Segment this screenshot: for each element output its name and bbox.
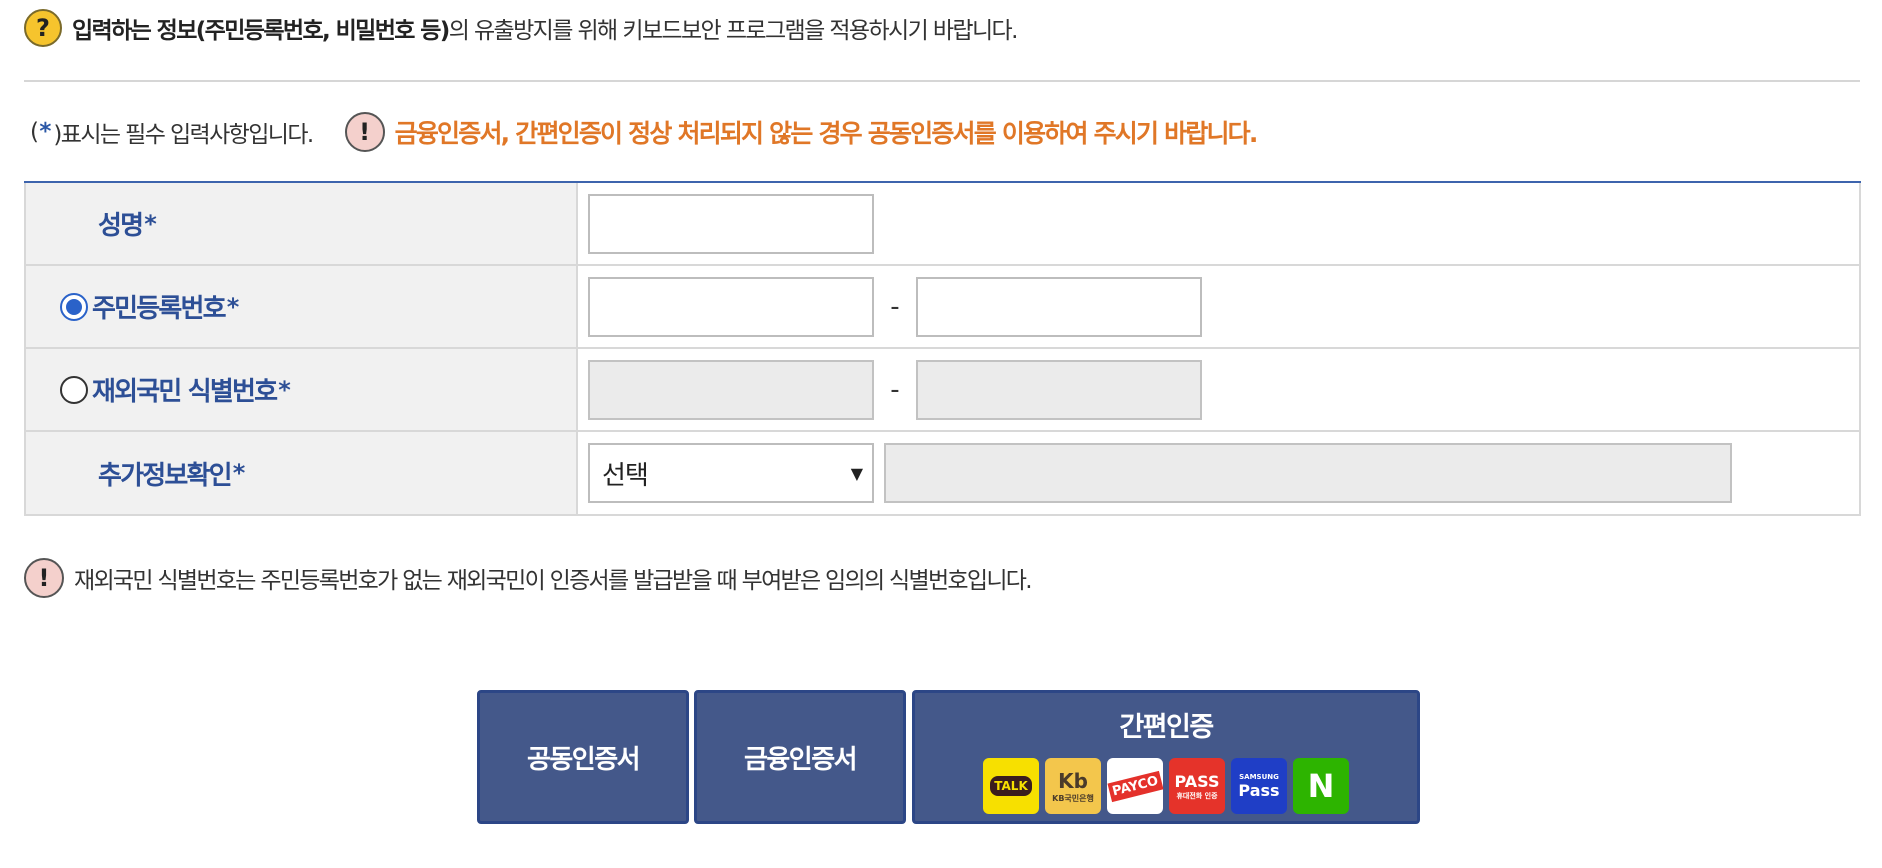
extra-info-select[interactable]: 선택 ▼ — [588, 443, 874, 503]
payco-text: PAYCO — [1107, 770, 1163, 802]
pass-sub: 휴대전화 인증 — [1176, 791, 1218, 800]
name-input-cell — [578, 183, 1859, 264]
extra-info-select-value: 선택 — [602, 460, 649, 491]
foreign-id-label[interactable]: 재외국민 식별번호 * — [26, 349, 578, 430]
foreign-id-notice: ! 재외국민 식별번호는 주민등록번호가 없는 재외국민이 인증서를 발급받을 … — [24, 556, 1033, 600]
required-star-icon: * — [39, 119, 52, 145]
required-star-icon: * — [144, 209, 157, 238]
required-star-icon: * — [232, 459, 246, 487]
required-fields-notice: ( * )표시는 필수 입력사항입니다. ! 금융인증서, 간편인증이 정상 처… — [30, 110, 1259, 154]
dash: - — [890, 291, 900, 322]
pass-text: PASS — [1174, 771, 1220, 791]
simple-auth-app-icons: TALK Kb KB국민은행 PAYCO PASS 휴대전화 인증 SAMSUN… — [983, 758, 1349, 814]
required-text: )표시는 필수 입력사항입니다. — [53, 122, 314, 148]
simple-auth-button[interactable]: 간편인증 TALK Kb KB국민은행 PAYCO PASS 휴대전화 인증 S… — [912, 690, 1420, 824]
foreign-id-row: 재외국민 식별번호 * - — [24, 349, 1861, 432]
foreign-id-front-input[interactable] — [588, 359, 874, 420]
exclamation-circle-icon: ! — [344, 112, 385, 152]
notice-text: 의 유출방지를 위해 키보드보안 프로그램을 적용하시기 바랍니다. — [448, 18, 1019, 44]
exclamation-circle-icon: ! — [24, 558, 64, 598]
extra-info-label: 추가정보확인 * — [26, 432, 578, 514]
resident-number-front-input[interactable] — [588, 276, 874, 337]
name-input[interactable] — [588, 193, 874, 254]
extra-info-label-text: 추가정보확인 — [98, 460, 233, 491]
foreign-id-input-cell: - — [578, 349, 1859, 430]
kakao-talk-icon[interactable]: TALK — [983, 758, 1039, 814]
extra-info-input[interactable] — [884, 443, 1732, 503]
simple-auth-label: 간편인증 — [1119, 712, 1214, 743]
resident-number-radio[interactable] — [60, 292, 88, 321]
resident-number-label[interactable]: 주민등록번호 * — [26, 266, 578, 347]
foreign-id-label-text: 재외국민 식별번호 — [92, 377, 278, 407]
kb-sub: KB국민은행 — [1052, 793, 1094, 803]
foreign-id-radio[interactable] — [60, 375, 88, 404]
kb-mark: Kb — [1058, 768, 1088, 793]
joint-certificate-label: 공동인증서 — [526, 744, 641, 775]
payco-icon[interactable]: PAYCO — [1107, 758, 1163, 814]
samsung-pass-text: Pass — [1238, 780, 1280, 800]
keyboard-security-notice: ? 입력하는 정보(주민등록번호, 비밀번호 등) 의 유출방지를 위해 키보드… — [24, 8, 1019, 48]
financial-certificate-button[interactable]: 금융인증서 — [694, 690, 906, 824]
name-label: 성명 * — [26, 183, 578, 264]
foreign-id-back-input[interactable] — [916, 359, 1202, 420]
notice-bold-text: 입력하는 정보(주민등록번호, 비밀번호 등) — [72, 18, 450, 44]
name-label-text: 성명 — [98, 211, 144, 241]
samsung-pass-icon[interactable]: SAMSUNG Pass — [1231, 758, 1287, 814]
dash: - — [890, 374, 900, 405]
name-row: 성명 * — [24, 183, 1861, 266]
kb-bank-icon[interactable]: Kb KB국민은행 — [1045, 758, 1101, 814]
identity-form: 성명 * 주민등록번호 * - 재외국민 식별번호 * - 추가정보확인 * 선… — [24, 181, 1861, 516]
pass-icon[interactable]: PASS 휴대전화 인증 — [1169, 758, 1225, 814]
paren-open: ( — [30, 119, 39, 145]
extra-info-row: 추가정보확인 * 선택 ▼ — [24, 432, 1861, 516]
joint-certificate-button[interactable]: 공동인증서 — [477, 690, 689, 824]
naver-text: N — [1307, 767, 1335, 805]
required-star-icon: * — [278, 375, 291, 404]
kakao-talk-text: TALK — [990, 776, 1032, 796]
resident-number-back-input[interactable] — [916, 276, 1202, 337]
financial-certificate-label: 금융인증서 — [743, 744, 858, 775]
resident-number-label-text: 주민등록번호 — [92, 294, 227, 324]
question-circle-icon: ? — [24, 9, 62, 47]
naver-icon[interactable]: N — [1293, 758, 1349, 814]
divider — [24, 80, 1860, 82]
foreign-id-notice-text: 재외국민 식별번호는 주민등록번호가 없는 재외국민이 인증서를 발급받을 때 … — [74, 568, 1033, 594]
certificate-warning-text: 금융인증서, 간편인증이 정상 처리되지 않는 경우 공동인증서를 이용하여 주… — [394, 119, 1259, 148]
required-star-icon: * — [226, 292, 240, 321]
resident-number-row: 주민등록번호 * - — [24, 266, 1861, 349]
resident-number-input-cell: - — [578, 266, 1859, 347]
samsung-top: SAMSUNG — [1239, 772, 1279, 781]
caret-down-icon: ▼ — [850, 463, 863, 483]
extra-info-input-cell: 선택 ▼ — [578, 432, 1859, 514]
